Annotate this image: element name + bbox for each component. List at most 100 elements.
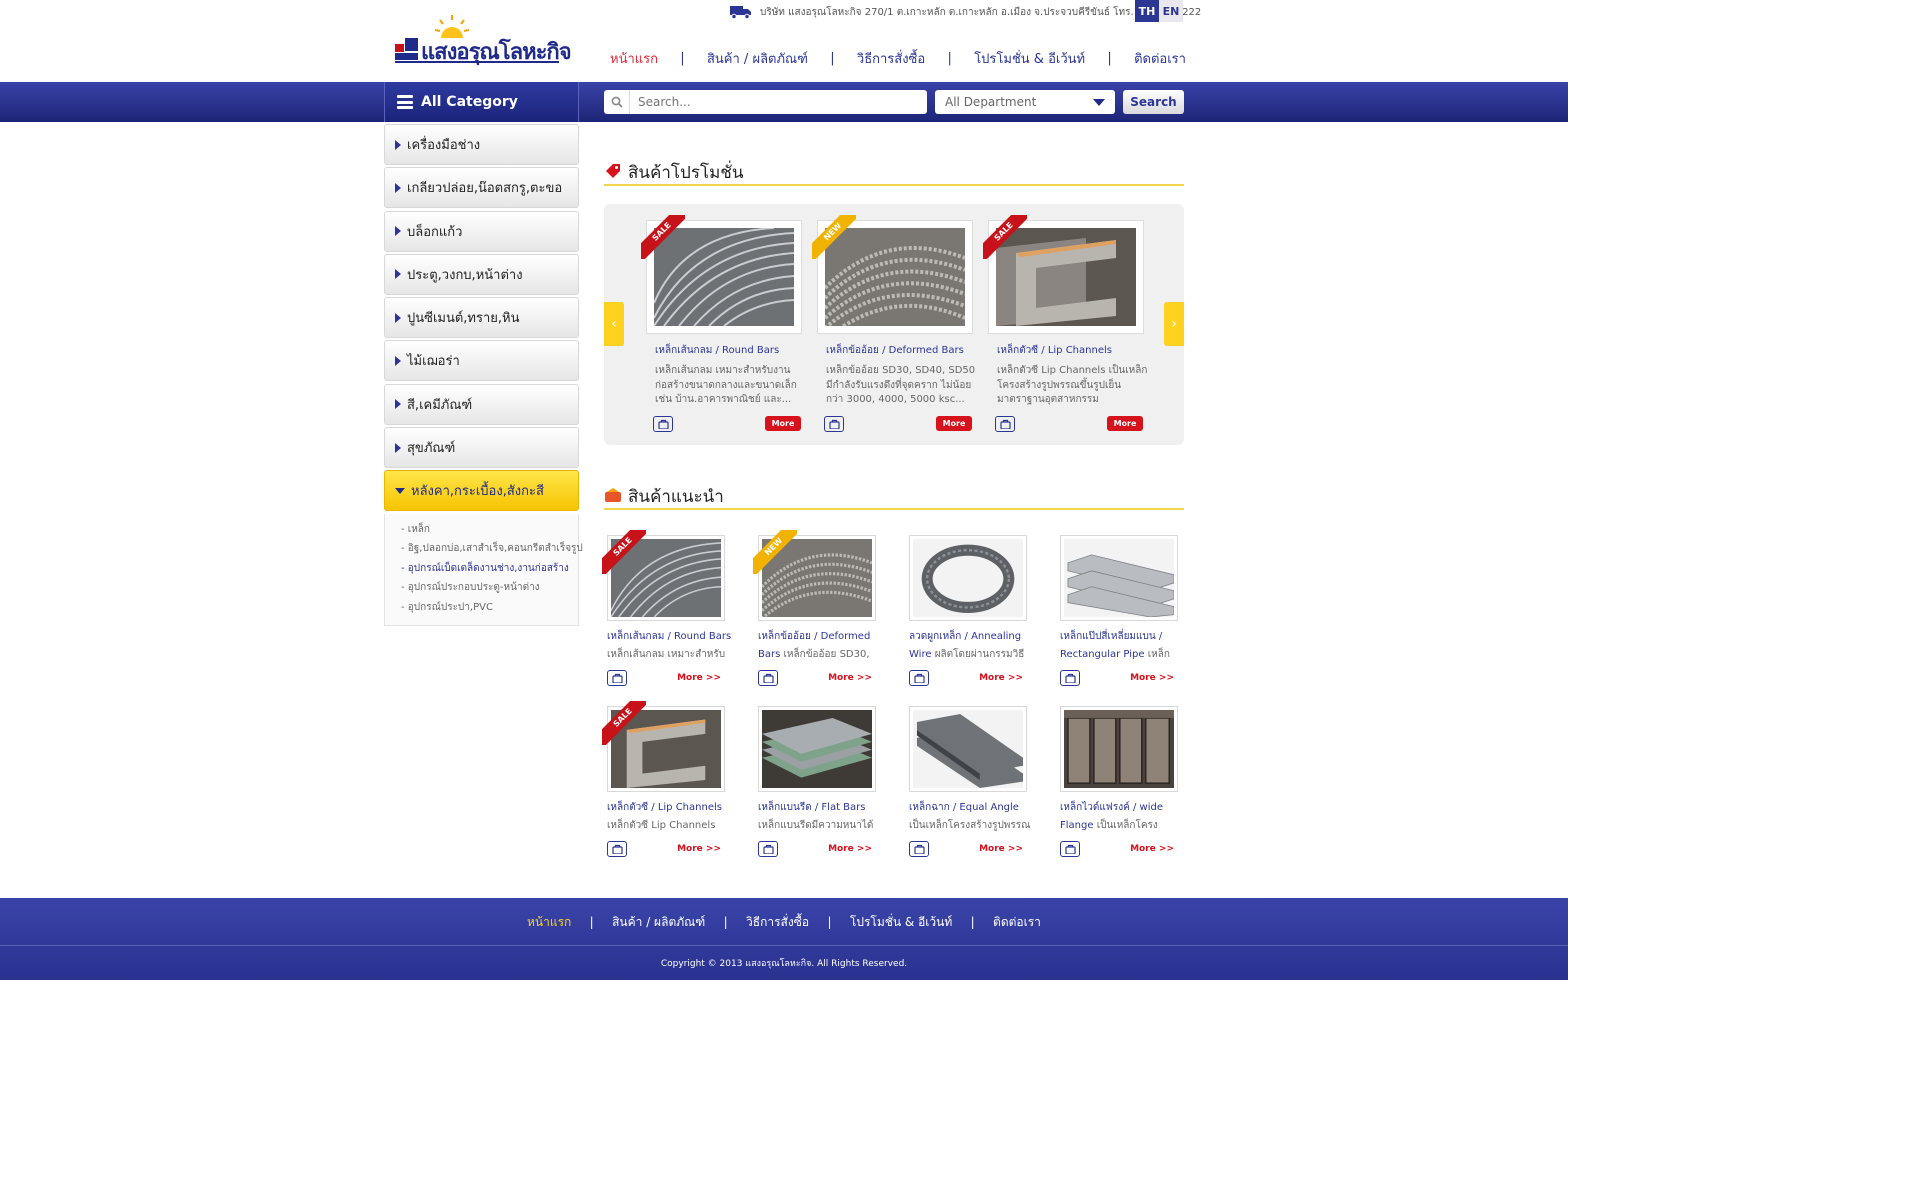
- nav-products[interactable]: สินค้า / ผลิตภัณฑ์: [707, 48, 808, 69]
- cart-icon[interactable]: [909, 841, 929, 857]
- recommended-product-card[interactable]: SALE เหล็กเส้นกลม / Round Bars เหล็กเส้น…: [602, 530, 747, 686]
- subcategory-link[interactable]: - อิฐ,ปลอกบ่อ,เสาสำเร็จ,คอนกรีตสำเร็จรูป: [401, 539, 583, 559]
- product-image-frame[interactable]: [909, 706, 1027, 792]
- nav-separator: |: [970, 915, 975, 929]
- carousel-prev-button[interactable]: ‹: [604, 302, 624, 346]
- product-image-frame[interactable]: NEW: [753, 530, 876, 621]
- sidebar-category-active[interactable]: หลังคา,กระเบื้อง,สังกะสี: [384, 470, 579, 512]
- sidebar-category[interactable]: สี,เคมีภัณฑ์: [384, 383, 579, 425]
- sidebar-category[interactable]: ปูนซีเมนต์,ทราย,หิน: [384, 297, 579, 339]
- more-link[interactable]: More >>: [828, 844, 872, 854]
- cart-icon[interactable]: [824, 416, 844, 432]
- recommended-product-card[interactable]: เหล็กแบนรีด / Flat Bars เหล็กแบนรีดมีควา…: [758, 706, 898, 857]
- more-link[interactable]: More >>: [677, 844, 721, 854]
- subcategory-link[interactable]: - อุปกรณ์ประปา,PVC: [401, 598, 578, 618]
- product-title[interactable]: เหล็กตัวซี / Lip Channels: [988, 343, 1144, 358]
- subcategory-link[interactable]: - อุปกรณ์เบ็ดเตล็ดงานช่าง,งานก่อสร้าง: [401, 559, 578, 579]
- product-image-frame[interactable]: SALE: [602, 701, 725, 792]
- cart-icon[interactable]: [758, 841, 778, 857]
- product-title[interactable]: เหล็กข้ออ้อย / Deformed Bars: [817, 343, 973, 358]
- recommended-product-card[interactable]: ลวดผูกเหล็ก / Annealing Wire ผลิตโดยผ่าน…: [909, 535, 1049, 686]
- sidebar-category[interactable]: ไม้เฌอร่า: [384, 340, 579, 382]
- more-button[interactable]: More: [936, 416, 972, 431]
- cart-icon[interactable]: [607, 670, 627, 686]
- more-link[interactable]: More >>: [979, 673, 1023, 683]
- subcategory-list: - เหล็ก - อิฐ,ปลอกบ่อ,เสาสำเร็จ,คอนกรีตส…: [384, 513, 583, 626]
- sidebar-category[interactable]: เกลียวปล่อย,น๊อตสกรู,ตะขอ: [384, 167, 579, 209]
- product-actions: More >>: [909, 670, 1023, 686]
- triangle-right-icon: [395, 269, 401, 280]
- product-image-frame[interactable]: SALE: [641, 215, 802, 334]
- cart-icon[interactable]: [1060, 670, 1080, 686]
- product-title[interactable]: เหล็กแบนรีด / Flat Bars: [758, 802, 865, 813]
- product-image-frame[interactable]: [1060, 706, 1178, 792]
- more-button[interactable]: More: [765, 416, 801, 431]
- recommended-product-card[interactable]: เหล็กแป๊ปสี่เหลี่ยมแบน / Rectangular Pip…: [1060, 535, 1200, 686]
- more-button[interactable]: More: [1107, 416, 1143, 431]
- cart-icon[interactable]: [909, 670, 929, 686]
- more-link[interactable]: More >>: [1130, 844, 1174, 854]
- carousel-next-button[interactable]: ›: [1164, 302, 1184, 346]
- promo-product-card[interactable]: NEW เหล็กข้ออ้อย / Deformed Bars เหล็กข้…: [812, 215, 975, 432]
- recommended-product-card[interactable]: SALE เหล็กตัวซี / Lip Channels เหล็กตัวซ…: [602, 701, 747, 857]
- footer-nav-promotions[interactable]: โปรโมชั่น & อีเว้นท์: [850, 913, 952, 932]
- sidebar-category[interactable]: บล็อกแก้ว: [384, 210, 579, 252]
- more-link[interactable]: More >>: [1130, 673, 1174, 683]
- triangle-down-icon: [395, 487, 405, 494]
- product-text: เหล็กข้ออ้อย / Deformed Bars เหล็กข้ออ้อ…: [758, 628, 883, 664]
- category-label: ประตู,วงกบ,หน้าต่าง: [407, 267, 523, 283]
- subcategory-link[interactable]: - เหล็ก: [401, 520, 578, 540]
- all-category-toggle[interactable]: All Category: [384, 82, 579, 122]
- sidebar-category[interactable]: เครื่องมือช่าง: [384, 124, 579, 165]
- main-nav: หน้าแรก | สินค้า / ผลิตภัณฑ์ | วิธีการสั…: [610, 48, 1186, 68]
- product-text: เหล็กฉาก / Equal Angle เป็นเหล็กโครงสร้า…: [909, 799, 1034, 835]
- more-link[interactable]: More >>: [677, 673, 721, 683]
- cart-icon[interactable]: [1060, 841, 1080, 857]
- subcategory-link[interactable]: - อุปกรณ์ประกอบประตู-หน้าต่าง: [401, 578, 578, 598]
- search-button[interactable]: Search: [1123, 90, 1184, 114]
- footer-nav-contact[interactable]: ติดต่อเรา: [993, 913, 1041, 932]
- lang-th-button[interactable]: TH: [1135, 0, 1159, 22]
- promo-product-card[interactable]: SALE เหล็กเส้นกลม / Round Bars เหล็กเส้น…: [641, 215, 802, 432]
- product-actions: More >>: [607, 841, 721, 857]
- department-select[interactable]: All Department: [935, 90, 1115, 114]
- product-image-frame[interactable]: [1060, 535, 1178, 621]
- cart-icon[interactable]: [653, 416, 673, 432]
- nav-separator: |: [947, 50, 952, 66]
- cart-icon[interactable]: [758, 670, 778, 686]
- cart-icon[interactable]: [607, 841, 627, 857]
- product-title[interactable]: เหล็กเส้นกลม / Round Bars: [646, 343, 802, 358]
- product-text: เหล็กแป๊ปสี่เหลี่ยมแบน / Rectangular Pip…: [1060, 628, 1185, 664]
- product-image-frame[interactable]: NEW: [812, 215, 973, 334]
- promo-product-card[interactable]: SALE เหล็กตัวซี / Lip Channels เหล็กตัวซ…: [983, 215, 1147, 432]
- footer-nav-home[interactable]: หน้าแรก: [527, 913, 571, 932]
- nav-how-to-order[interactable]: วิธีการสั่งซื้อ: [857, 48, 925, 69]
- search-input[interactable]: [630, 91, 920, 113]
- category-label: สี,เคมีภัณฑ์: [407, 397, 473, 413]
- product-title[interactable]: เหล็กเส้นกลม / Round Bars: [607, 631, 731, 642]
- site-logo[interactable]: แสงอรุณโลหะกิจ: [395, 14, 572, 66]
- cart-icon[interactable]: [995, 416, 1015, 432]
- product-image-frame[interactable]: SALE: [983, 215, 1144, 334]
- nav-promotions[interactable]: โปรโมชั่น & อีเว้นท์: [974, 48, 1085, 69]
- nav-contact[interactable]: ติดต่อเรา: [1134, 48, 1186, 69]
- product-description: เหล็กข้ออ้อย SD30, SD40, SD50 มีกำลังรับ…: [826, 365, 976, 405]
- sidebar-category[interactable]: สุขภัณฑ์: [384, 427, 579, 469]
- footer-nav-how-to-order[interactable]: วิธีการสั่งซื้อ: [746, 913, 809, 932]
- more-link[interactable]: More >>: [979, 844, 1023, 854]
- recommended-product-card[interactable]: เหล็กฉาก / Equal Angle เป็นเหล็กโครงสร้า…: [909, 706, 1049, 857]
- recommended-product-card[interactable]: NEW เหล็กข้ออ้อย / Deformed Bars เหล็กข้…: [753, 530, 898, 686]
- promo-carousel: ‹ › SALE เหล็กเส้นกลม / Round Bars เหล็ก…: [604, 204, 1184, 445]
- product-title[interactable]: เหล็กตัวซี / Lip Channels: [607, 802, 722, 813]
- product-image-frame[interactable]: [909, 535, 1027, 621]
- product-actions: More >>: [758, 670, 872, 686]
- sidebar-category[interactable]: ประตู,วงกบ,หน้าต่าง: [384, 253, 579, 295]
- recommended-product-card[interactable]: เหล็กไวด์แฟรงค์ / wide Flange เป็นเหล็กโ…: [1060, 706, 1200, 857]
- nav-home[interactable]: หน้าแรก: [610, 48, 658, 69]
- product-title[interactable]: เหล็กฉาก / Equal Angle: [909, 802, 1019, 813]
- more-link[interactable]: More >>: [828, 673, 872, 683]
- product-image-frame[interactable]: SALE: [602, 530, 725, 621]
- footer-nav-products[interactable]: สินค้า / ผลิตภัณฑ์: [612, 913, 705, 932]
- lang-en-button[interactable]: EN: [1159, 0, 1183, 22]
- product-image-frame[interactable]: [758, 706, 876, 792]
